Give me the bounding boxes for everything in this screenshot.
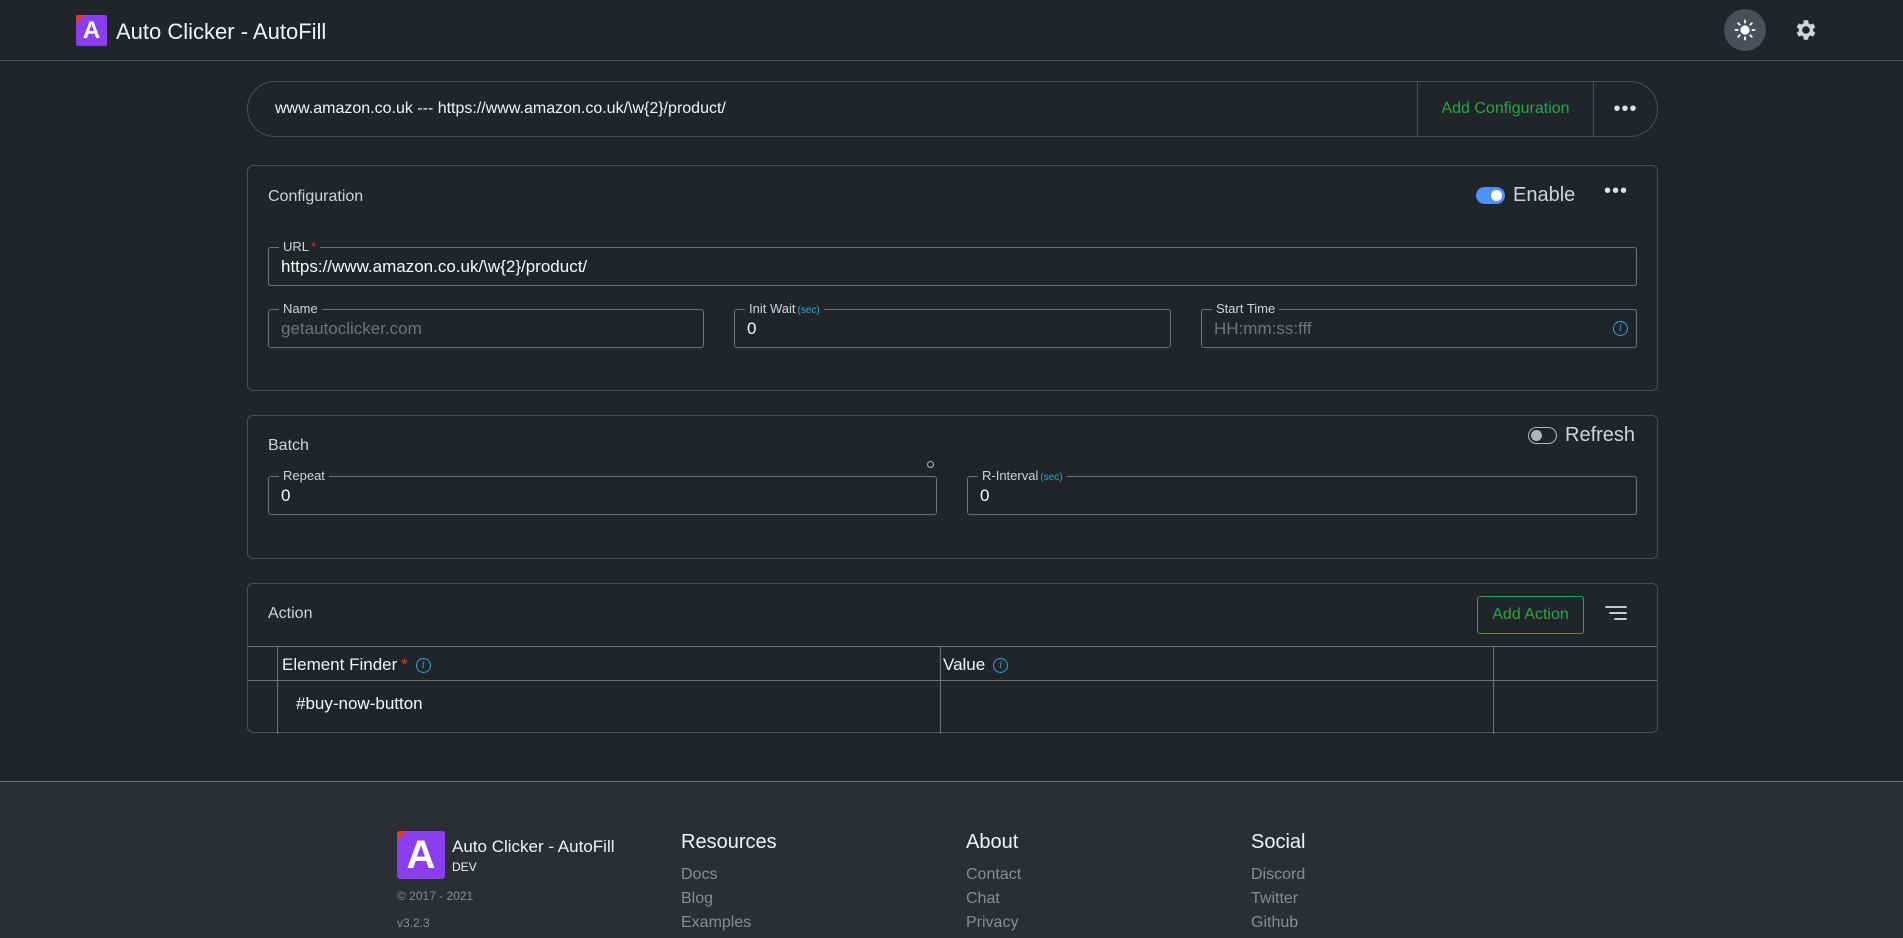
repeat-input[interactable] [281,486,908,506]
footer-about-heading: About [966,831,1019,853]
value-info-icon[interactable]: i [993,657,1009,673]
footer-link-examples[interactable]: Examples [681,911,777,935]
value-cell[interactable] [958,694,1478,718]
footer-about-column: About Contact Chat Privacy [966,831,1021,935]
init-wait-field: Init Wait (sec) [734,301,1171,348]
url-field: URL * [268,239,1637,286]
footer-link-discord[interactable]: Discord [1251,863,1305,887]
footer-resources-heading: Resources [681,831,777,853]
add-action-button[interactable]: Add Action [1477,596,1584,634]
r-interval-input[interactable] [980,486,1608,506]
settings-button[interactable] [1789,14,1821,46]
app-logo: A [76,15,107,46]
refresh-switch[interactable] [1528,427,1557,444]
enable-switch[interactable] [1476,187,1505,204]
name-label: Name [279,301,322,317]
batch-title: Batch [268,437,309,454]
value-column [941,647,1494,734]
footer-link-chat[interactable]: Chat [966,887,1021,911]
start-time-label: Start Time [1212,301,1280,317]
value-header: Value i [943,655,1009,675]
footer: A Auto Clicker - AutoFill DEV © 2017 - 2… [0,781,1903,938]
element-finder-header: Element Finder * i [282,655,431,675]
r-interval-field: R-Interval (sec) [967,468,1637,515]
footer-social-heading: Social [1251,831,1306,853]
start-time-info-icon[interactable]: i [1613,321,1628,336]
footer-link-blog[interactable]: Blog [681,887,777,911]
row-handle-column [248,647,278,734]
enable-label: Enable [1513,184,1576,206]
configuration-card: Configuration Enable ••• URL* Name Init … [247,165,1658,391]
name-field: Name [268,301,704,348]
enable-toggle[interactable]: Enable [1476,184,1575,207]
column-filter-icon[interactable] [1604,604,1628,622]
r-interval-label: R-Interval [982,468,1039,483]
configuration-title: Configuration [268,188,364,205]
start-time-input[interactable] [1214,319,1608,339]
footer-link-github[interactable]: Github [1251,911,1305,935]
footer-logo: A [397,831,445,879]
gear-icon [1796,20,1816,40]
action-card: Action Add Action Element Finder * i Val… [247,583,1658,734]
refresh-label: Refresh [1565,424,1636,446]
footer-link-twitter[interactable]: Twitter [1251,887,1305,911]
repeat-indicator-dot [927,461,934,468]
footer-dev-badge: DEV [452,860,477,874]
action-table: Element Finder * i Value i #buy-now-butt… [248,646,1657,734]
footer-link-privacy[interactable]: Privacy [966,911,1021,935]
footer-social-column: Social Discord Twitter Github [1251,831,1305,935]
element-finder-cell[interactable]: #buy-now-button [296,694,423,714]
configuration-card-more-button[interactable]: ••• [1604,180,1628,203]
name-input[interactable] [281,319,675,339]
footer-link-docs[interactable]: Docs [681,863,777,887]
footer-link-contact[interactable]: Contact [966,863,1021,887]
sun-icon [1734,19,1756,41]
repeat-label: Repeat [279,468,329,484]
app-header: A Auto Clicker - AutoFill [0,0,1903,61]
configuration-more-button[interactable]: ••• [1593,82,1657,136]
add-configuration-button[interactable]: Add Configuration [1417,82,1593,136]
refresh-toggle[interactable]: Refresh [1528,424,1635,447]
start-time-field: Start Time i [1201,301,1637,348]
repeat-field: Repeat [268,468,937,515]
action-title: Action [268,605,313,622]
configuration-dropdown[interactable]: www.amazon.co.uk --- https://www.amazon.… [248,82,1417,136]
footer-version: v3.2.3 [397,916,430,930]
configuration-selector: www.amazon.co.uk --- https://www.amazon.… [247,81,1658,137]
footer-resources-column: Resources Docs Blog Examples [681,831,777,935]
theme-toggle-button[interactable] [1724,9,1766,51]
footer-copyright: © 2017 - 2021 [397,889,474,903]
app-title: Auto Clicker - AutoFill [116,19,327,44]
batch-card: Batch Refresh Repeat R-Interval(sec) [247,415,1658,559]
footer-app-name: Auto Clicker - AutoFill [452,837,615,856]
init-wait-input[interactable] [747,319,1142,339]
init-wait-label: Init Wait [749,301,796,316]
url-input[interactable] [281,257,1608,277]
url-label: URL [283,239,310,254]
element-finder-info-icon[interactable]: i [415,657,431,673]
